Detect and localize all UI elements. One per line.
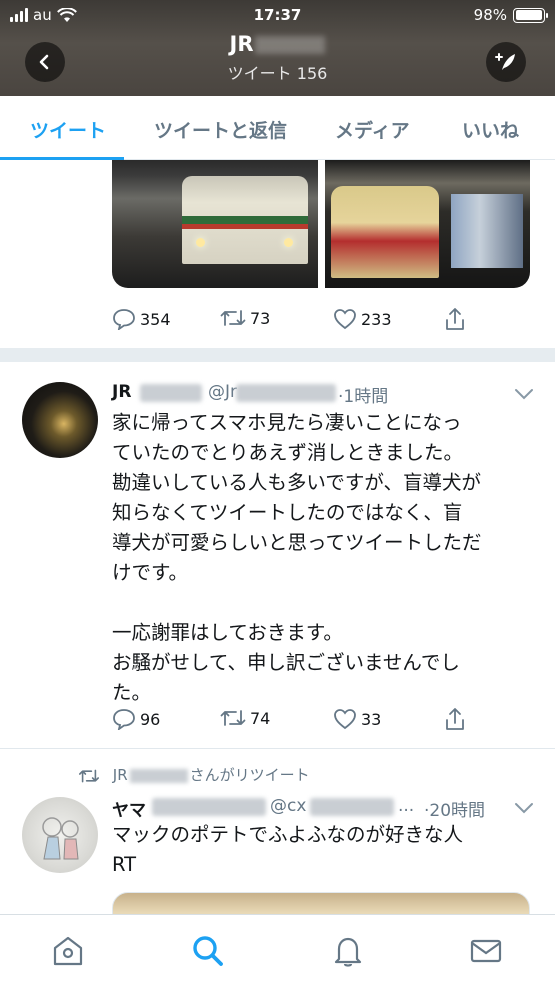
handle-ellipsis: ... [398,796,415,816]
retweet-icon [220,710,246,726]
chevron-down-icon[interactable] [514,802,534,814]
search-icon[interactable] [190,933,226,969]
tweet-timestamp[interactable]: ·20時間 [424,796,485,821]
chevron-down-icon[interactable] [514,388,534,400]
reply-count: 354 [140,309,171,329]
share-icon [446,708,464,730]
profile-name-header: JR [0,32,555,56]
home-icon[interactable] [50,933,86,969]
reply-button[interactable]: 354 [112,308,171,330]
retweet-context: JR さんがリツイート [78,764,310,785]
tweet-timestamp[interactable]: ·1時間 [338,382,388,407]
retweeter-name[interactable]: JR [113,766,128,784]
status-bar: au 17:37 98% [0,6,555,26]
retweet-button[interactable]: 74 [220,708,270,728]
retweet-icon [79,769,99,782]
share-icon [446,308,464,330]
reply-count: 96 [140,709,161,729]
tweet-media-grid[interactable] [112,160,530,288]
clock: 17:37 [253,6,302,24]
header-title: JR [229,32,254,56]
avatar-illustration [42,817,79,860]
share-button[interactable] [443,306,467,332]
tweet-text: 家に帰ってスマホ見たら凄いことになっ ていたのでとりあえず消しときました。 勘違… [112,411,482,704]
messages-icon[interactable] [468,933,504,969]
redaction-blur [152,798,266,816]
compose-tweet-icon [495,53,515,70]
train-photo-2[interactable] [325,160,530,288]
active-tab-indicator [0,157,124,160]
battery-icon [513,7,548,23]
tab-media[interactable]: メディア [335,116,410,143]
bottom-navigation [0,914,555,988]
retweet-button[interactable]: 73 [220,308,270,328]
reply-icon [113,309,135,330]
battery-percent: 98% [473,6,507,24]
tab-tweets[interactable]: ツイート [30,116,106,143]
like-count: 33 [361,709,382,729]
redaction-blur [310,798,394,816]
redaction-blur [140,384,202,402]
notifications-icon[interactable] [330,933,366,969]
section-divider [0,348,555,362]
tweet-author-handle[interactable]: @cx [270,796,306,816]
profile-tabs: ツイート ツイートと返信 メディア いいね [0,96,555,160]
tweet-count: ツイート 156 [227,64,328,83]
like-icon [334,709,356,730]
like-count: 233 [361,309,392,329]
train-photo-1[interactable] [112,160,318,288]
redaction-blur [129,768,188,783]
like-button[interactable]: 33 [333,708,381,730]
retweet-label: さんがリツイート [189,766,310,784]
retweet-icon [220,310,246,326]
redaction-blur [255,36,326,54]
compose-button[interactable] [486,42,526,82]
avatar[interactable] [22,382,98,458]
tweet-text: マックのポテトでふよふなのが好きな人 RT [112,823,464,876]
avatar[interactable] [22,797,98,873]
tweet-author-handle[interactable]: @Jr [208,382,237,402]
reply-button[interactable]: 96 [112,708,160,730]
tweet-separator [0,748,555,749]
train-front [182,176,308,264]
redaction-blur [236,384,336,402]
retweet-count: 73 [250,308,271,328]
tweet-author-name[interactable]: ヤマ [112,796,146,821]
tab-tweets-and-replies[interactable]: ツイートと返信 [154,116,287,143]
profile-header: au 17:37 98% JR ツイート 156 [0,0,555,96]
tab-likes[interactable]: いいね [462,116,519,143]
train-front [331,186,439,278]
like-button[interactable]: 233 [333,308,392,330]
retweet-count: 74 [250,708,271,728]
share-button[interactable] [443,706,467,732]
tweet-author-name[interactable]: JR [112,382,131,402]
reply-icon [113,709,135,730]
like-icon [334,309,356,330]
train-side [451,194,523,268]
